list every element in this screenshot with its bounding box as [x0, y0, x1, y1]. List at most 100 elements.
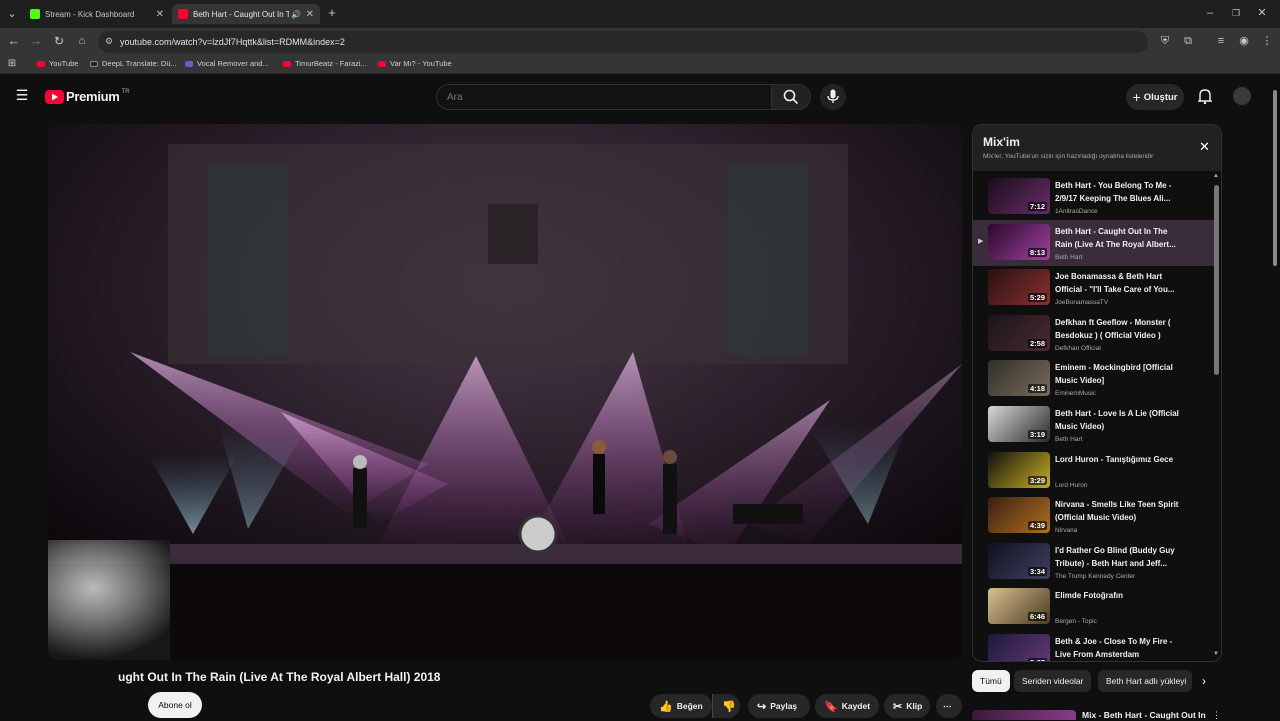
dislike-button[interactable]: 👎 — [712, 694, 740, 718]
duration-badge: 4:18 — [1027, 384, 1047, 394]
playlist-item[interactable]: 5:29 Joe Bonamassa & Beth Hart Official -… — [973, 265, 1215, 311]
address-bar[interactable]: ⚙ youtube.com/watch?v=lzdJf7Hqttk&list=R… — [98, 31, 1148, 53]
browser-menu-icon[interactable]: ⋮ — [1260, 35, 1274, 47]
playlist-item-title: Lord Huron - Tanıştığımız Gece — [1055, 454, 1174, 464]
playlist-item[interactable]: 3:29 Lord Huron - Tanıştığımız Gece Lord H… — [973, 448, 1215, 494]
extensions-icon[interactable]: ⧉ — [1181, 35, 1195, 47]
chip-from-series[interactable]: Seriden videolar — [1014, 670, 1092, 692]
playlist-item[interactable]: 2:58 Defkhan ft Geeflow - Monster ( Besdo… — [973, 311, 1215, 357]
save-button[interactable]: 🔖 Kaydet — [815, 694, 879, 718]
bookmark-vocal-remover[interactable]: Vocal Remover and... — [185, 59, 269, 68]
maximize-window-icon[interactable]: ❐ — [1230, 7, 1242, 19]
tab-search-icon[interactable]: ⌄ — [6, 8, 18, 20]
search-input[interactable] — [436, 84, 772, 110]
hamburger-menu-icon[interactable]: ☰ — [14, 88, 30, 102]
playlist-item[interactable]: 3:19 Beth Hart - Love Is A Lie (Official … — [973, 402, 1215, 448]
playlist-item[interactable]: 7:12 Beth Hart - You Belong To Me - 2/9/1… — [973, 174, 1215, 220]
video-thumbnail[interactable]: 3:29 — [988, 451, 1050, 488]
like-button[interactable]: 👍 Beğen — [650, 694, 712, 718]
video-thumbnail[interactable]: 7:12 — [988, 178, 1050, 214]
create-button[interactable]: + Oluştur — [1126, 84, 1184, 110]
new-tab-icon[interactable]: + — [326, 6, 338, 19]
video-player[interactable] — [48, 124, 962, 660]
scroll-down-icon[interactable]: ▼ — [1213, 651, 1219, 657]
bookmark-label: YouTube — [49, 59, 79, 68]
profile-icon[interactable]: ◉ — [1237, 35, 1251, 47]
apps-grid-icon[interactable]: ⊞ — [6, 58, 18, 70]
share-label: Paylaş — [770, 701, 798, 711]
page-scrollbar[interactable] — [1273, 90, 1277, 266]
now-playing-icon: ▶ — [978, 237, 984, 245]
playlist-item-channel: Bergen - Topic — [1055, 618, 1097, 626]
tab-kick-dashboard[interactable]: Stream - Kick Dashboard ✕ — [24, 4, 170, 24]
playlist-item[interactable]: 4:18 Eminem - Mockingbird [Official Music… — [973, 356, 1215, 402]
youtube-logo[interactable]: Premium TR — [45, 89, 130, 104]
media-control-icon[interactable]: ≡ — [1214, 35, 1228, 47]
bookmark-var-mi[interactable]: Var Mı? - YouTube — [378, 59, 452, 68]
close-window-icon[interactable]: ✕ — [1256, 7, 1268, 19]
duration-badge: 7:12 — [1027, 202, 1047, 211]
playlist-item[interactable]: 3:34 I'd Rather Go Blind (Buddy Guy Tribu… — [973, 539, 1215, 585]
back-icon[interactable]: ← — [7, 34, 21, 47]
minimize-window-icon[interactable]: – — [1204, 7, 1216, 19]
reload-icon[interactable]: ↻ — [52, 35, 66, 47]
close-tab-icon[interactable]: ✕ — [156, 9, 164, 20]
voice-search-button[interactable] — [820, 84, 846, 110]
playlist-item[interactable]: 4:39 Nirvana - Smells Like Teen Spirit (O… — [973, 493, 1215, 539]
playlist-item-channel: JoeBonamassaTV — [1055, 299, 1109, 307]
tab-youtube-video[interactable]: Beth Hart - Caught Out In The 🔊 ✕ — [172, 4, 320, 24]
video-thumbnail[interactable]: 5:27 — [988, 634, 1050, 661]
logo-text: Premium — [66, 89, 120, 104]
chevron-right-icon[interactable]: › — [1202, 674, 1206, 688]
video-thumbnail[interactable]: 5:29 — [988, 269, 1050, 306]
home-icon[interactable]: ⌂ — [75, 35, 89, 47]
close-playlist-icon[interactable]: ✕ — [1199, 139, 1210, 155]
tab-title: Stream - Kick Dashboard — [45, 9, 135, 19]
bookmark-timurbeatz[interactable]: TimurBeatz - Farazi... — [283, 59, 367, 68]
playlist-item[interactable]: ▶ 8:13 Beth Hart - Caught Out In The Rain … — [973, 219, 1215, 266]
video-thumbnail[interactable]: 3:19 — [988, 406, 1050, 442]
plus-icon: + — [1132, 89, 1141, 105]
video-thumbnail[interactable]: 4:18 — [988, 360, 1050, 397]
next-recommendation[interactable]: Mix - Beth Hart - Caught Out In ⋮ — [972, 706, 1222, 720]
recommendation-thumbnail — [972, 710, 1076, 720]
chip-all[interactable]: Tümü — [972, 670, 1010, 692]
shield-extension-icon[interactable]: ⛨ — [1158, 35, 1172, 47]
video-thumbnail[interactable]: 3:34 — [988, 542, 1050, 579]
more-vertical-icon[interactable]: ⋮ — [1212, 710, 1221, 721]
video-thumbnail[interactable]: 6:46 — [988, 588, 1050, 625]
site-info-icon[interactable]: ⚙ — [105, 36, 113, 47]
close-tab-icon[interactable]: ✕ — [306, 9, 314, 20]
playlist-title: Mix'im — [983, 135, 1020, 149]
playlist-item-channel: Defkhan Official — [1055, 344, 1101, 352]
playlist-item-channel: Beth Hart — [1055, 253, 1083, 261]
subscribe-button[interactable]: Abone ol — [148, 692, 202, 718]
forward-icon[interactable]: → — [29, 34, 43, 47]
duration-badge: 4:39 — [1027, 521, 1047, 531]
scroll-up-icon[interactable]: ▲ — [1213, 173, 1219, 179]
video-thumbnail[interactable]: 2:58 — [988, 314, 1050, 351]
playlist-item-channel: Nirvana — [1055, 527, 1078, 535]
chip-uploader[interactable]: Beth Hart adlı yükleyi — [1098, 670, 1192, 692]
clip-button[interactable]: ✂ Klip — [884, 694, 930, 718]
playlist-item-channel: The Trump Kennedy Center — [1055, 572, 1136, 580]
account-avatar[interactable] — [1233, 87, 1251, 105]
microphone-icon — [827, 89, 839, 103]
playlist-item[interactable]: 5:27 Beth & Joe - Close To My Fire - Live… — [973, 630, 1215, 661]
more-actions-button[interactable]: ⋯ — [936, 694, 962, 718]
audio-playing-icon[interactable]: 🔊 — [291, 10, 301, 19]
notifications-bell-icon[interactable] — [1197, 88, 1213, 109]
bookmark-youtube[interactable]: YouTube — [37, 59, 78, 68]
video-title: ught Out In The Rain (Live At The Royal … — [118, 670, 441, 684]
search-button[interactable] — [771, 84, 811, 110]
bookmark-deepl[interactable]: DeepL Translate: Dü... — [90, 59, 177, 68]
duration-badge: 6:46 — [1027, 612, 1047, 622]
playlist-item[interactable]: 6:46 Elimde Fotoğrafın Bergen - Topic — [973, 584, 1215, 630]
share-button[interactable]: ↪ Paylaş — [748, 694, 810, 718]
video-thumbnail[interactable]: 8:13 — [988, 223, 1050, 260]
playlist-item-title: Defkhan ft Geeflow - Monster ( Besdokuz … — [1055, 317, 1171, 340]
playlist-item-title: I'd Rather Go Blind (Buddy Guy Tribute) … — [1055, 545, 1175, 568]
video-thumbnail[interactable]: 4:39 — [988, 497, 1050, 534]
playlist-item-channel: Lord Huron — [1055, 481, 1088, 489]
playlist-scrollbar[interactable] — [1214, 185, 1219, 375]
